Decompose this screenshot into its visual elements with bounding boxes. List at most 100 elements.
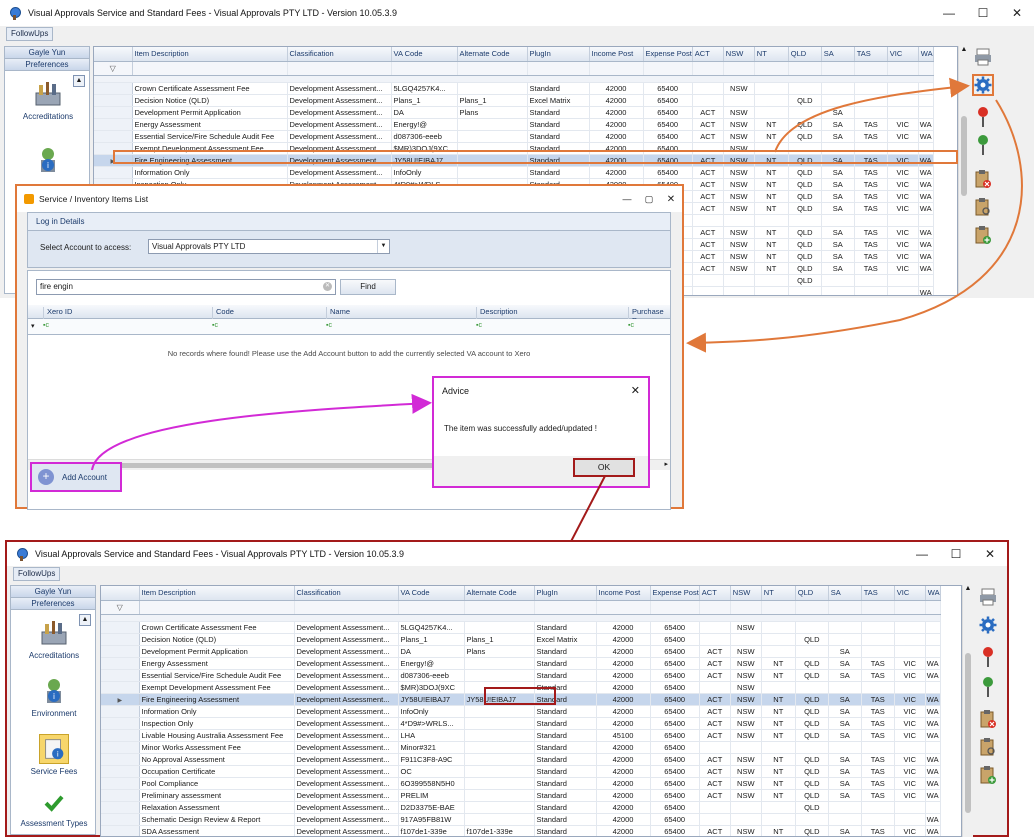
column-header[interactable]: WA [925, 586, 941, 601]
printer-button[interactable] [972, 46, 994, 68]
filter-cell[interactable] [398, 600, 465, 615]
row-indicator[interactable] [94, 130, 133, 143]
table-row[interactable]: Development Permit Application Developmen… [101, 645, 941, 658]
table-row[interactable]: Preliminary assessment Development Assess… [101, 789, 941, 802]
filter-cell[interactable] [754, 61, 789, 76]
filter-icon[interactable]: ▽ [110, 64, 116, 73]
dialog-minimize-button[interactable]: — [616, 194, 638, 204]
sidebar-user[interactable]: Gayle Yun [11, 586, 95, 598]
table-row[interactable]: Information Only Development Assessment..… [101, 705, 941, 718]
column-header[interactable]: Item Description [132, 47, 288, 62]
row-indicator[interactable] [101, 789, 140, 802]
filter-cell[interactable] [821, 61, 855, 76]
filter-cell[interactable] [699, 600, 731, 615]
row-indicator[interactable] [101, 825, 140, 836]
printer-button[interactable] [977, 586, 999, 608]
red-pin-button[interactable] [977, 646, 999, 668]
filter-cell[interactable] [730, 600, 762, 615]
column-header[interactable]: Alternate Code [457, 47, 528, 62]
table-row[interactable]: Decision Notice (QLD) Development Assessm… [101, 633, 941, 646]
column-header-xero-id[interactable]: Xero ID [43, 307, 72, 319]
grid-filter-row[interactable]: ▽ [94, 61, 934, 76]
table-row[interactable]: Schematic Design Review & Report Developm… [101, 813, 941, 826]
find-button[interactable]: Find [340, 279, 396, 295]
minimize-button[interactable]: — [932, 6, 966, 20]
table-row[interactable]: Crown Certificate Assessment Fee Developm… [101, 621, 941, 634]
sidebar-item-service-fees[interactable]: i Service Fees [11, 734, 97, 776]
sidebar-preferences[interactable]: Preferences [5, 59, 89, 71]
row-indicator[interactable] [101, 633, 140, 646]
column-header[interactable]: Item Description [139, 586, 295, 601]
followups-button[interactable]: FollowUps [13, 567, 61, 581]
column-header[interactable]: TAS [861, 586, 895, 601]
filter-icon[interactable]: ▪c [326, 322, 332, 329]
column-header[interactable]: ACT [692, 47, 724, 62]
filter-cell[interactable] [527, 61, 590, 76]
add-account-button[interactable]: + Add Account [30, 462, 122, 492]
filter-icon[interactable]: ▪c [212, 322, 218, 329]
scroll-up-icon[interactable]: ▲ [959, 46, 969, 53]
sidebar-item-assessment-types[interactable]: Assessment Types [11, 792, 97, 828]
scroll-thumb[interactable] [961, 116, 967, 196]
sidebar-item-accreditations[interactable]: Accreditations [5, 79, 91, 121]
row-indicator[interactable] [101, 777, 140, 790]
row-indicator[interactable] [94, 106, 133, 119]
table-row[interactable]: Relaxation Assessment Development Assessm… [101, 801, 941, 814]
row-indicator[interactable] [101, 729, 140, 742]
table-row[interactable]: Energy Assessment Development Assessment.… [101, 657, 941, 670]
filter-cell[interactable] [925, 600, 941, 615]
column-header[interactable]: TAS [854, 47, 888, 62]
filter-cell[interactable] [391, 61, 458, 76]
add-item-button[interactable] [977, 764, 999, 786]
scroll-up-icon[interactable]: ▲ [963, 585, 973, 592]
sidebar-preferences[interactable]: Preferences [11, 598, 95, 610]
scroll-right-icon[interactable]: ▸ [664, 460, 668, 468]
filter-cell[interactable] [589, 61, 644, 76]
filter-icon[interactable]: ▪c [43, 322, 49, 329]
row-indicator[interactable] [101, 681, 140, 694]
chevron-down-icon[interactable]: ▼ [377, 240, 389, 253]
search-input[interactable]: fire engin ✕ [36, 279, 336, 295]
filter-cell[interactable] [650, 600, 700, 615]
sidebar-item-environment[interactable]: i Environment [11, 676, 97, 718]
column-header[interactable]: PlugIn [534, 586, 597, 601]
column-header[interactable]: VIC [894, 586, 926, 601]
filter-cell[interactable] [723, 61, 755, 76]
close-button[interactable]: ✕ [973, 547, 1007, 561]
filter-icon[interactable]: ▽ [117, 603, 123, 612]
table-row[interactable]: Pool Compliance Development Assessment...… [101, 777, 941, 790]
column-header[interactable]: Expense Post [643, 47, 693, 62]
column-header[interactable]: PlugIn [527, 47, 590, 62]
sidebar-user[interactable]: Gayle Yun [5, 47, 89, 59]
filter-cell[interactable] [464, 600, 535, 615]
column-header-name[interactable]: Name [326, 307, 350, 319]
column-header[interactable]: QLD [788, 47, 822, 62]
sidebar-item-environment[interactable]: i [5, 145, 91, 178]
delete-item-button[interactable] [977, 708, 999, 730]
row-indicator[interactable] [101, 765, 140, 778]
maximize-button[interactable]: ☐ [939, 547, 973, 561]
row-indicator[interactable] [101, 801, 140, 814]
scroll-thumb[interactable] [965, 653, 971, 813]
filter-cell[interactable] [534, 600, 597, 615]
table-row[interactable]: Occupation Certificate Development Assess… [101, 765, 941, 778]
sidebar-item-accreditations[interactable]: Accreditations [11, 618, 97, 660]
filter-icon[interactable]: ▪c [476, 322, 482, 329]
column-header[interactable]: NT [754, 47, 789, 62]
table-row[interactable]: Inspection OnlyDevelopment Assessment...… [101, 717, 941, 730]
column-header[interactable]: Classification [294, 586, 399, 601]
filter-cell[interactable] [894, 600, 926, 615]
row-indicator[interactable]: ▶ [101, 693, 140, 706]
advice-close-button[interactable]: ✕ [631, 384, 640, 397]
column-header[interactable]: QLD [795, 586, 829, 601]
table-row[interactable]: Decision Notice (QLD) Development Assessm… [94, 94, 934, 107]
account-select[interactable]: Visual Approvals PTY LTD ▼ [148, 239, 390, 254]
settings-button[interactable] [972, 74, 994, 96]
table-row[interactable]: Crown Certificate Assessment Fee Developm… [94, 82, 934, 95]
table-row[interactable]: Energy Assessment Development Assessment.… [94, 118, 934, 131]
delete-item-button[interactable] [972, 168, 994, 190]
column-header[interactable]: VIC [887, 47, 919, 62]
filter-cell[interactable] [294, 600, 399, 615]
column-header[interactable]: VA Code [398, 586, 465, 601]
row-indicator[interactable] [94, 82, 133, 95]
